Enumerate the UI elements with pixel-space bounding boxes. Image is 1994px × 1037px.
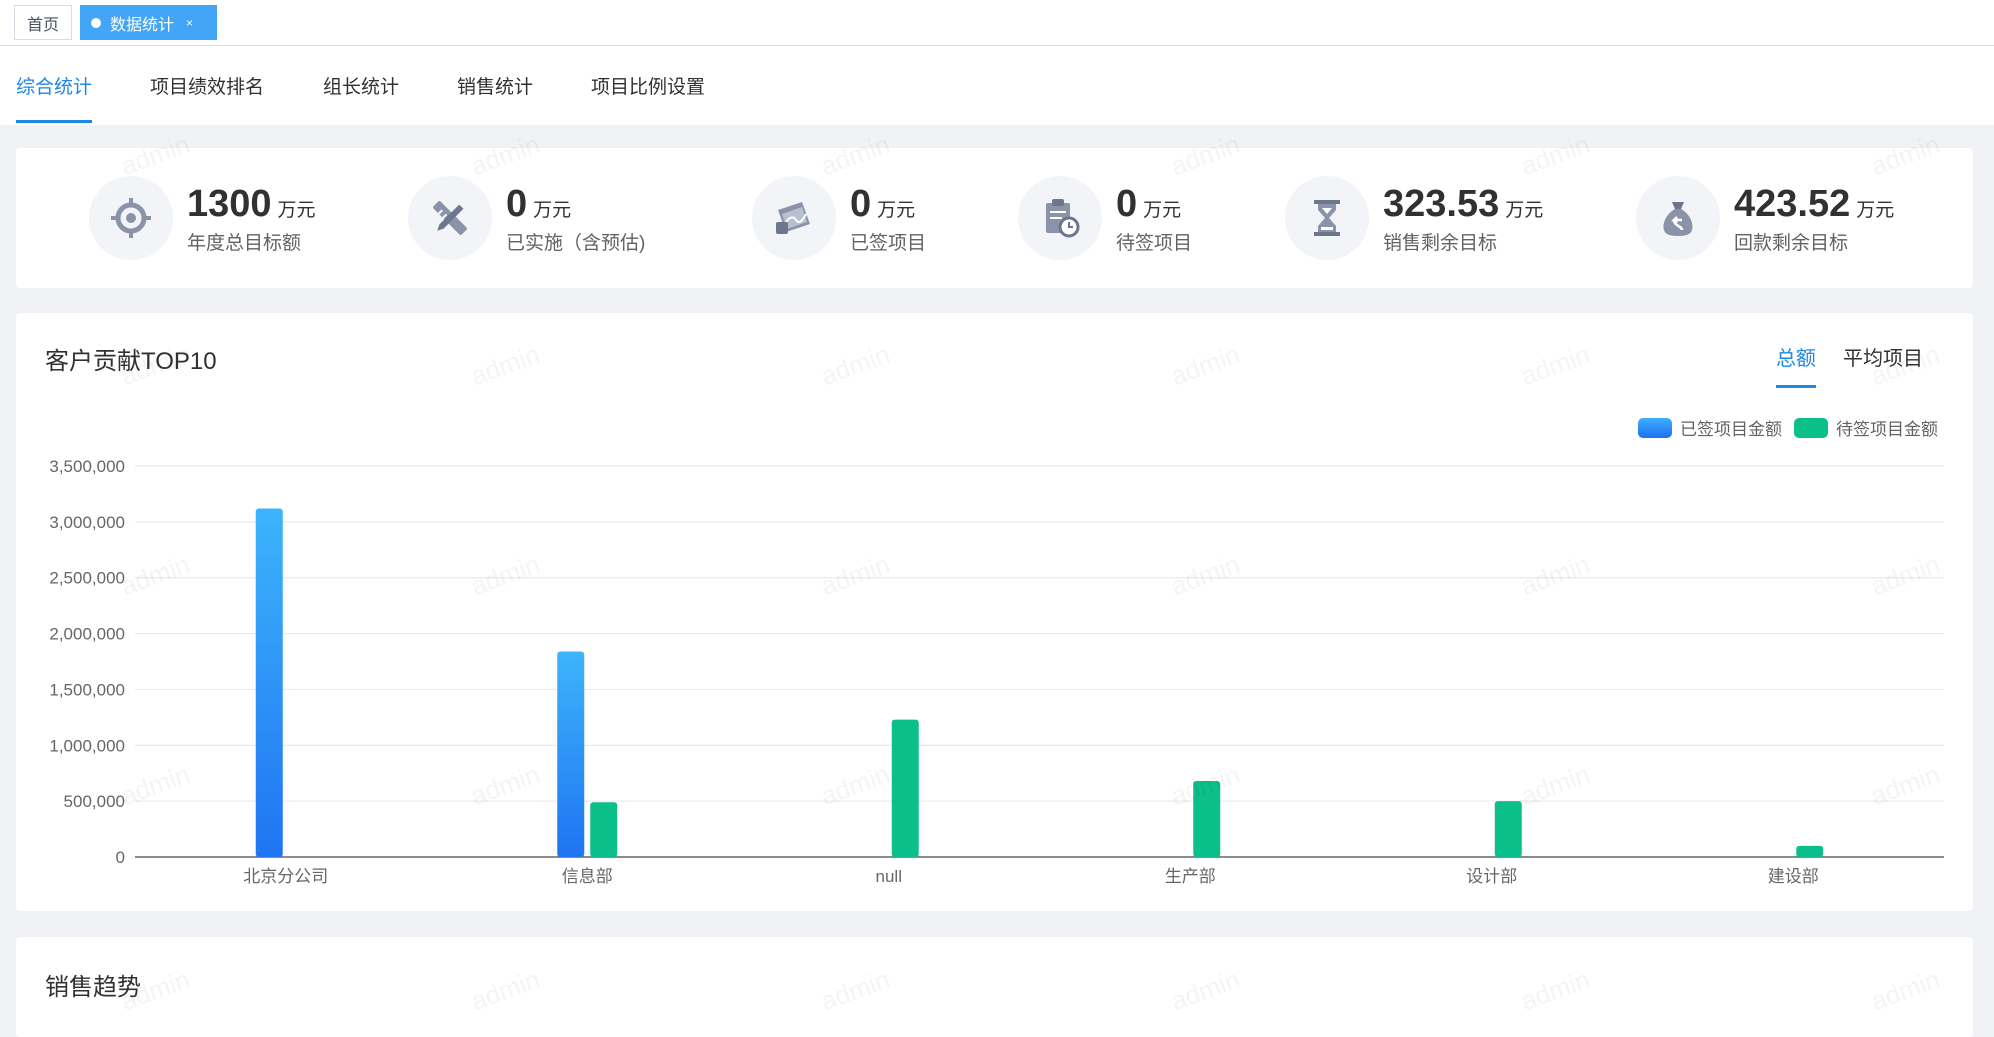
stat-unit: 万元 [1856,199,1895,221]
tag-label: 数据统计 [110,16,175,34]
y-tick-label: 3,500,000 [49,457,125,476]
clipboard-clock-icon [1018,176,1102,260]
bar-signed[interactable] [557,651,585,857]
stat-label: 年度总目标额 [187,232,302,254]
tab-sales-statistics[interactable]: 销售统计 [457,46,533,125]
stat-signed-projects: 0 万元 已签项目 [752,175,926,261]
stat-unit: 万元 [877,199,916,221]
tab-group-leader-statistics[interactable]: 组长统计 [323,46,399,125]
stat-value: 0 [850,182,872,225]
bar-pending[interactable] [1193,781,1221,857]
stat-value: 323.53 [1383,182,1500,225]
stat-pending-projects: 0 万元 待签项目 [1018,175,1192,261]
stat-value: 0 [1116,182,1138,225]
y-tick-label: 1,000,000 [49,736,125,755]
money-bag-icon [1636,176,1720,260]
stat-value: 0 [506,182,528,225]
stat-annual-target: 1300 万元 年度总目标额 [89,175,316,261]
target-icon [89,176,173,260]
x-tick-label: 北京分公司 [243,867,328,886]
stat-value: 423.52 [1734,182,1851,225]
stat-unit: 万元 [533,199,572,221]
stat-unit: 万元 [1143,199,1182,221]
stat-implemented: 0 万元 已实施（含预估) [408,175,645,261]
stat-label: 已实施（含预估) [506,232,646,254]
stat-label: 销售剩余目标 [1383,232,1498,254]
trend-title: 销售趋势 [45,974,141,1001]
stat-value: 1300 [187,182,272,225]
x-tick-label: 信息部 [562,867,613,886]
bar-pending[interactable] [590,802,618,857]
x-tick-label: null [876,867,902,886]
stat-label: 回款剩余目标 [1734,232,1849,254]
bar-pending[interactable] [1796,845,1824,857]
bar-chart: 3,500,000 3,000,000 2,500,000 2,000,000 1,50… [49,457,1944,886]
hourglass-icon [1285,176,1369,260]
tab-project-ratio-settings[interactable]: 项目比例设置 [591,46,705,125]
bar-pending[interactable] [1494,801,1522,857]
tab-overall-statistics[interactable]: 综合统计 [16,46,93,125]
bar-signed[interactable] [255,508,283,857]
y-tick-label: 2,500,000 [49,569,125,588]
y-tick-label: 0 [116,848,125,867]
tags-bar: 首页 数据统计 × [0,0,1994,46]
x-tick-label: 建设部 [1768,867,1819,886]
y-tick-label: 2,000,000 [49,625,125,644]
tag-home[interactable]: 首页 [14,5,72,40]
stat-unit: 万元 [1505,199,1544,221]
tag-data-statistics[interactable]: 数据统计 × [80,5,217,40]
stat-unit: 万元 [277,199,316,221]
stat-sales-remaining-target: 323.53 万元 销售剩余目标 [1285,175,1543,261]
sub-tabs: 综合统计 项目绩效排名 组长统计 销售统计 项目比例设置 [0,46,1994,125]
tab-project-performance-ranking[interactable]: 项目绩效排名 [150,46,264,125]
sales-trend-card: 销售趋势 [16,937,1973,1037]
stat-label: 待签项目 [1116,232,1193,254]
signed-document-icon [752,176,836,260]
y-tick-label: 3,000,000 [49,513,125,532]
y-tick-label: 1,500,000 [49,680,125,699]
x-tick-label: 设计部 [1466,867,1517,886]
close-icon[interactable]: × [186,16,193,30]
bar-pending[interactable] [891,719,919,857]
tools-icon [408,176,492,260]
x-tick-label: 生产部 [1165,867,1216,886]
stat-label: 已签项目 [850,232,927,254]
stats-card: 1300 万元 年度总目标额 0 万元 已实施（含预估) 0 万元 已签项目 0… [16,148,1973,288]
active-dot-icon [91,17,101,28]
customer-contribution-card: 客户贡献TOP10 总额 平均项目 已签项目金额 待签项目金额 3,500,00… [16,313,1973,911]
stat-payment-remaining-target: 423.52 万元 回款剩余目标 [1636,175,1894,261]
y-tick-label: 500,000 [64,792,125,811]
